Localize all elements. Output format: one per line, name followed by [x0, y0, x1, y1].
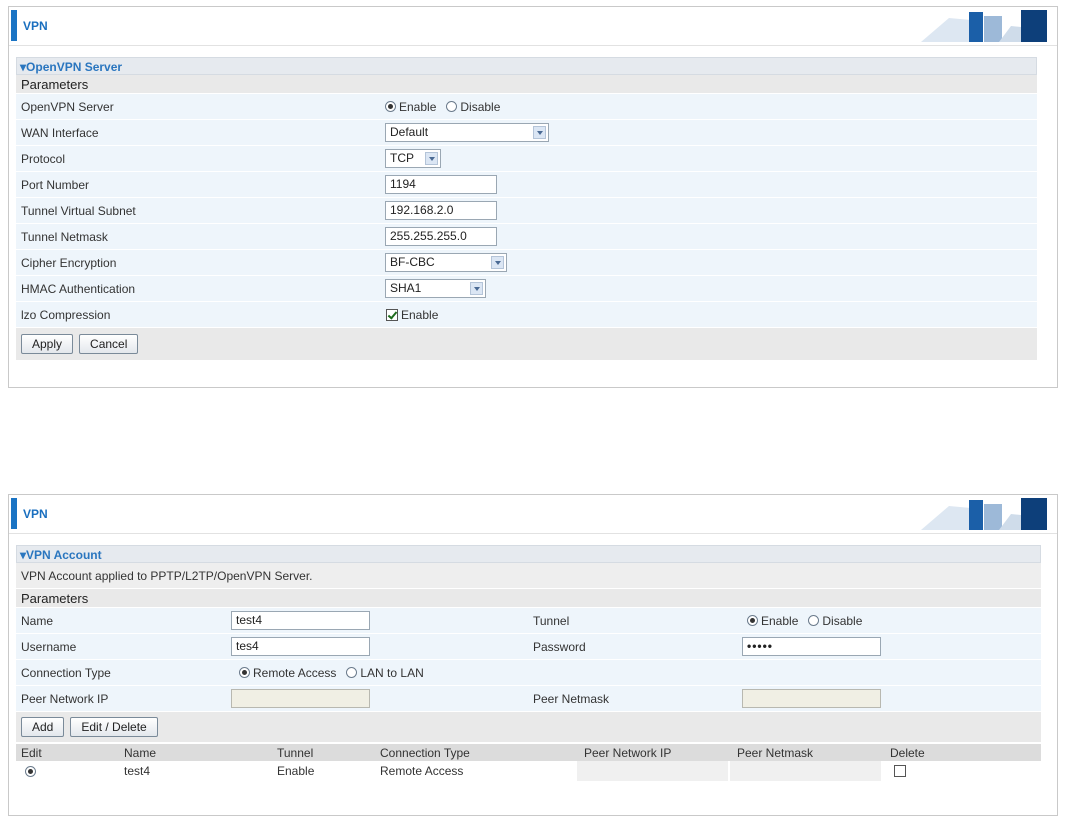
- account-table-header: Edit Name Tunnel Connection Type Peer Ne…: [16, 744, 1041, 761]
- th-edit: Edit: [21, 745, 42, 760]
- row-connection-type: Connection Type Remote Access LAN to LAN: [16, 660, 1041, 686]
- server-enable-radio[interactable]: Enable: [385, 100, 436, 114]
- row-username-password: Username tes4 Password •••••: [16, 634, 1041, 660]
- peer-ip-input[interactable]: [231, 689, 370, 708]
- protocol-select[interactable]: TCP: [385, 149, 441, 168]
- th-peer-netmask: Peer Netmask: [737, 745, 814, 760]
- section-title[interactable]: ▾OpenVPN Server: [16, 57, 1037, 75]
- params-header: Parameters: [16, 589, 1041, 608]
- cell-peer-netmask: [730, 761, 881, 781]
- panel-header: VPN: [9, 7, 1057, 46]
- cell-tunnel: Enable: [277, 764, 315, 778]
- th-name: Name: [124, 745, 157, 760]
- button-row: Apply Cancel: [16, 328, 1037, 360]
- cell-name: test4: [124, 764, 151, 778]
- row-edit-radio[interactable]: [20, 761, 39, 781]
- name-input[interactable]: test4: [231, 611, 370, 630]
- chevron-down-icon: [425, 152, 438, 165]
- openvpn-server-panel: VPN ▾OpenVPN Server Parameters OpenVPN S…: [8, 6, 1058, 388]
- apply-button[interactable]: Apply: [21, 334, 74, 354]
- cell-connection-type: Remote Access: [380, 764, 464, 778]
- row-hmac: HMAC Authentication SHA1: [16, 276, 1037, 302]
- panel-header: VPN: [9, 495, 1057, 534]
- row-lzo: lzo Compression Enable: [16, 302, 1037, 328]
- server-disable-radio[interactable]: Disable: [446, 100, 500, 114]
- openvpn-section: ▾OpenVPN Server Parameters OpenVPN Serve…: [16, 57, 1037, 360]
- row-protocol: Protocol TCP: [16, 146, 1037, 172]
- row-wan-interface: WAN Interface Default: [16, 120, 1037, 146]
- cipher-select[interactable]: BF-CBC: [385, 253, 507, 272]
- peer-netmask-input[interactable]: [742, 689, 881, 708]
- row-tunnel-netmask: Tunnel Netmask 255.255.255.0: [16, 224, 1037, 250]
- chevron-down-icon: [533, 126, 546, 139]
- header-accent-bar: [11, 498, 17, 529]
- th-connection-type: Connection Type: [380, 745, 470, 760]
- section-title[interactable]: ▾VPN Account: [16, 545, 1041, 563]
- row-name-tunnel: Name test4 Tunnel Enable Disable: [16, 608, 1041, 634]
- th-peer-ip: Peer Network IP: [584, 745, 672, 760]
- tunnel-enable-radio[interactable]: Enable: [747, 614, 798, 628]
- row-port-number: Port Number 1194: [16, 172, 1037, 198]
- lzo-enable-checkbox[interactable]: Enable: [386, 308, 438, 322]
- th-tunnel: Tunnel: [277, 745, 314, 760]
- button-row: Add Edit / Delete: [16, 712, 1041, 742]
- cancel-button[interactable]: Cancel: [79, 334, 139, 354]
- conn-lan-radio[interactable]: LAN to LAN: [346, 666, 424, 680]
- th-delete: Delete: [890, 745, 925, 760]
- wan-interface-select[interactable]: Default: [385, 123, 549, 142]
- add-button[interactable]: Add: [21, 717, 65, 737]
- username-input[interactable]: tes4: [231, 637, 370, 656]
- page-title: VPN: [23, 19, 48, 33]
- vpn-account-section: ▾VPN Account VPN Account applied to PPTP…: [16, 545, 1041, 781]
- row-delete-checkbox[interactable]: [889, 761, 909, 781]
- chevron-down-icon: [491, 256, 504, 269]
- vpn-account-panel: VPN ▾VPN Account VPN Account applied to …: [8, 494, 1058, 816]
- tunnel-disable-radio[interactable]: Disable: [808, 614, 862, 628]
- table-row: test4 Enable Remote Access: [16, 761, 1041, 781]
- row-tunnel-subnet: Tunnel Virtual Subnet 192.168.2.0: [16, 198, 1037, 224]
- params-header: Parameters: [16, 75, 1037, 94]
- header-banner-icon: [921, 498, 1047, 530]
- edit-delete-button[interactable]: Edit / Delete: [70, 717, 158, 737]
- page-title: VPN: [23, 507, 48, 521]
- chevron-down-icon: [470, 282, 483, 295]
- row-peer: Peer Network IP Peer Netmask: [16, 686, 1041, 712]
- password-input[interactable]: •••••: [742, 637, 881, 656]
- conn-remote-radio[interactable]: Remote Access: [239, 666, 336, 680]
- row-openvpn-server: OpenVPN Server Enable Disable: [16, 94, 1037, 120]
- hmac-select[interactable]: SHA1: [385, 279, 486, 298]
- cell-peer-ip: [577, 761, 728, 781]
- tunnel-subnet-input[interactable]: 192.168.2.0: [385, 201, 497, 220]
- account-note: VPN Account applied to PPTP/L2TP/OpenVPN…: [16, 563, 1041, 589]
- port-number-input[interactable]: 1194: [385, 175, 497, 194]
- row-cipher: Cipher Encryption BF-CBC: [16, 250, 1037, 276]
- header-banner-icon: [921, 10, 1047, 42]
- tunnel-netmask-input[interactable]: 255.255.255.0: [385, 227, 497, 246]
- header-accent-bar: [11, 10, 17, 41]
